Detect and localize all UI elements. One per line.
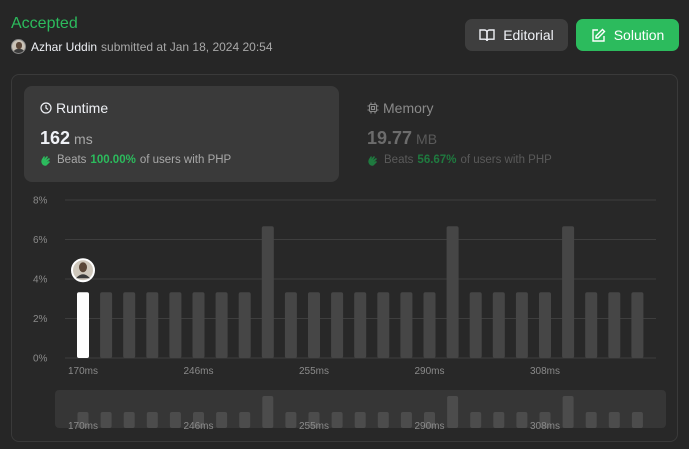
distribution-bar[interactable] — [469, 292, 482, 358]
overview-bar — [100, 412, 112, 428]
overview-bar — [239, 412, 251, 428]
overview-bar — [608, 412, 620, 428]
overview-bar — [169, 412, 181, 428]
distribution-bar[interactable] — [100, 292, 113, 358]
distribution-bar[interactable] — [377, 292, 390, 358]
y-tick-label: 2% — [33, 314, 48, 325]
distribution-bar[interactable] — [331, 292, 344, 358]
distribution-bar[interactable] — [400, 292, 413, 358]
overview-bar — [146, 412, 158, 428]
overview-bar — [631, 412, 643, 428]
overview-x-tick-label: 170ms — [68, 421, 98, 432]
overview-x-tick-label: 290ms — [414, 421, 444, 432]
distribution-bar[interactable] — [192, 292, 205, 358]
overview-bar — [285, 412, 297, 428]
distribution-bar[interactable] — [123, 292, 136, 358]
highlight-bar[interactable] — [77, 292, 89, 358]
y-tick-label: 4% — [33, 275, 48, 286]
y-tick-label: 6% — [33, 235, 48, 246]
x-tick-label: 308ms — [530, 366, 560, 377]
y-tick-label: 8% — [33, 196, 48, 207]
y-tick-label: 0% — [33, 354, 48, 365]
x-tick-label: 255ms — [299, 366, 329, 377]
overview-bar — [400, 412, 412, 428]
overview-bar — [562, 395, 574, 428]
overview-bar — [470, 412, 482, 428]
distribution-bar[interactable] — [215, 292, 228, 358]
distribution-bar[interactable] — [284, 292, 297, 358]
runtime-distribution-chart: 0% 2% 4% 6% 8% 170ms 246ms 255ms 290ms 308ms 170m… — [33, 196, 666, 432]
overview-bar — [447, 395, 459, 428]
distribution-bar[interactable] — [446, 226, 459, 358]
overview-bar — [331, 412, 343, 428]
x-tick-label: 170ms — [68, 366, 98, 377]
overview-x-tick-label: 246ms — [183, 421, 213, 432]
overview-bar — [262, 395, 274, 428]
distribution-bar[interactable] — [354, 292, 367, 358]
distribution-bar[interactable] — [261, 226, 274, 358]
distribution-bar[interactable] — [515, 292, 528, 358]
distribution-bar[interactable] — [308, 292, 320, 358]
distribution-bar[interactable] — [146, 292, 159, 358]
distribution-bar[interactable] — [562, 226, 575, 358]
x-tick-label: 290ms — [414, 366, 444, 377]
overview-x-tick-label: 255ms — [299, 421, 329, 432]
distribution-bar[interactable] — [608, 292, 621, 358]
overview-bar — [216, 412, 228, 428]
distribution-bar[interactable] — [631, 292, 644, 358]
distribution-bar[interactable] — [539, 292, 551, 358]
overview-bar — [493, 412, 505, 428]
overview-bar — [377, 412, 389, 428]
user-avatar-marker[interactable] — [71, 258, 95, 283]
overview-bar — [354, 412, 366, 428]
x-tick-label: 246ms — [183, 366, 213, 377]
overview-bar — [123, 412, 135, 428]
overview-x-tick-label: 308ms — [530, 421, 560, 432]
overview-bar — [585, 412, 597, 428]
distribution-bar[interactable] — [492, 292, 505, 358]
distribution-bar[interactable] — [238, 292, 251, 358]
overview-bar — [516, 412, 528, 428]
distribution-bar[interactable] — [585, 292, 598, 358]
distribution-bar[interactable] — [423, 292, 436, 358]
distribution-bar[interactable] — [169, 292, 182, 358]
